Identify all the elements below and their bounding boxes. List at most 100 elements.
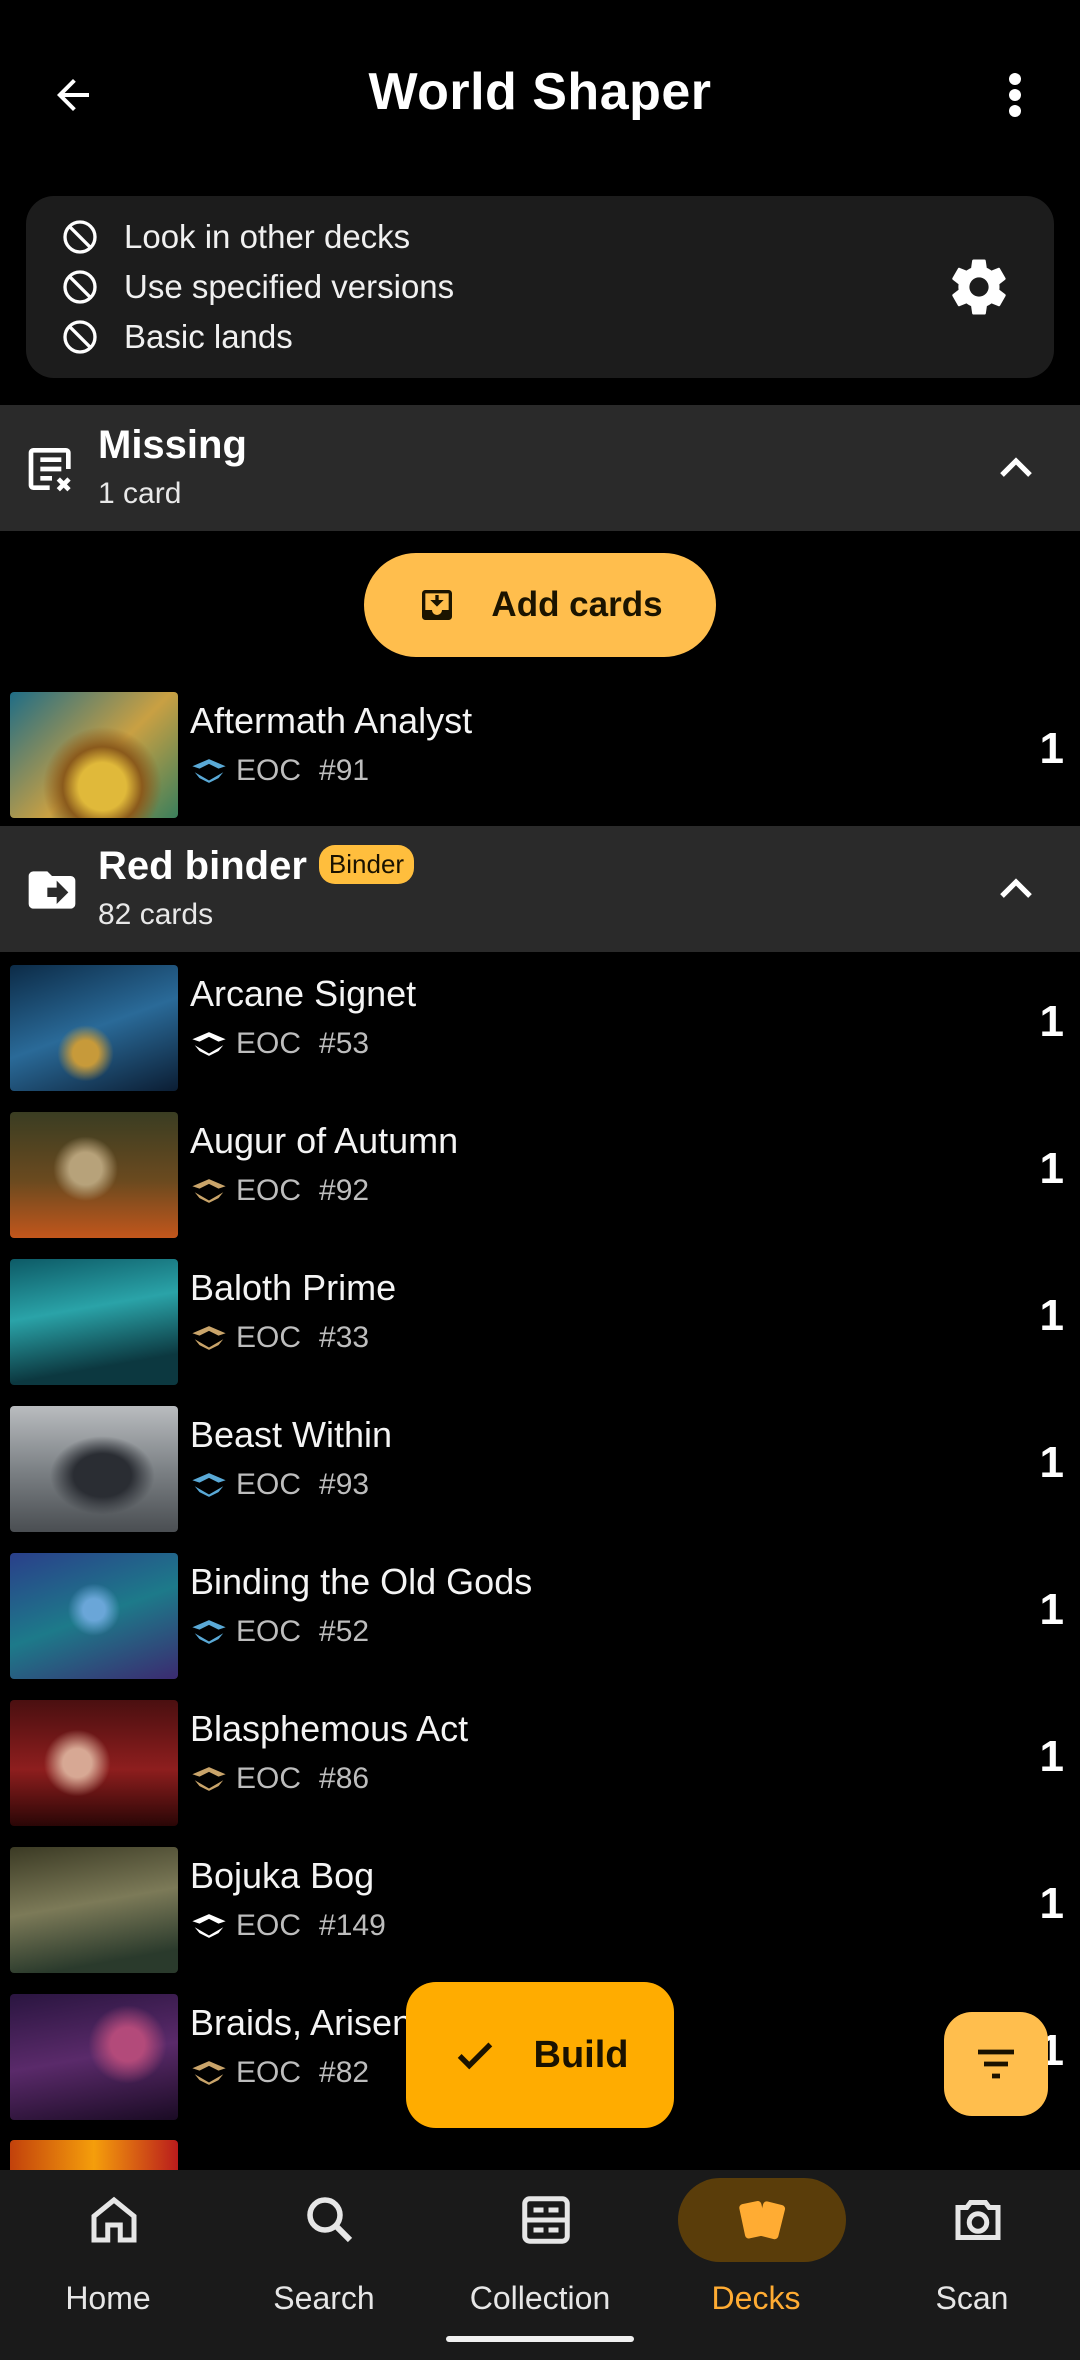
list-item[interactable]: Blasphemous Act EOC #86 1	[0, 1688, 1080, 1834]
set-symbol-icon	[192, 1620, 226, 1644]
option-label: Look in other decks	[124, 218, 411, 255]
check-icon	[457, 2042, 492, 2070]
chevron-up-icon	[1000, 878, 1032, 898]
section-title: Missing	[98, 423, 247, 467]
nav-collection[interactable]: Collection	[432, 2170, 648, 2360]
sort-button[interactable]	[944, 2012, 1048, 2116]
card-art	[10, 2140, 178, 2170]
list-item[interactable]: Bojuka Bog EOC #149 1	[0, 1835, 1080, 1981]
block-icon	[63, 320, 97, 354]
home-icon	[91, 2196, 137, 2243]
card-art	[10, 1847, 178, 1973]
card-set: EOC #92	[190, 1174, 369, 1208]
nav-label: Decks	[711, 2280, 801, 2316]
set-code: EOC	[236, 1468, 302, 1501]
option-basic-lands[interactable]: Basic lands	[60, 312, 293, 362]
set-symbol-icon	[192, 1473, 226, 1497]
list-item[interactable]: Binding the Old Gods EOC #52 1	[0, 1541, 1080, 1687]
cards-icon	[739, 2200, 786, 2240]
card-name: Beast Within	[190, 1414, 393, 1455]
card-quantity: 1	[1039, 1144, 1064, 1193]
card-art	[10, 1259, 178, 1385]
list-item[interactable]: Arcane Signet EOC #53 1	[0, 953, 1080, 1099]
card-art	[10, 692, 178, 818]
set-symbol-icon	[192, 1032, 226, 1056]
nav-label: Collection	[469, 2280, 611, 2316]
set-code: EOC	[236, 2056, 302, 2089]
set-symbol-icon	[192, 1914, 226, 1938]
nav-scan[interactable]: Scan	[864, 2170, 1080, 2360]
folder-move-icon	[28, 871, 76, 909]
set-code: EOC	[236, 1909, 302, 1942]
more-vertical-icon	[1009, 73, 1021, 117]
card-name: Aftermath Analyst	[190, 700, 473, 741]
binder-title: Red binder	[98, 844, 307, 888]
nav-label: Home	[65, 2280, 151, 2316]
card-quantity: 1	[1039, 1879, 1064, 1928]
home-indicator[interactable]	[446, 2336, 634, 2342]
collector-number: #92	[319, 1174, 370, 1207]
card-quantity: 1	[1039, 997, 1064, 1046]
block-icon	[63, 270, 97, 304]
card-art	[10, 1406, 178, 1532]
card-set: EOC #93	[190, 1468, 369, 1502]
collector-number: #53	[319, 1027, 370, 1060]
add-cards-button[interactable]: Add cards	[364, 553, 716, 657]
card-quantity: 1	[1039, 1291, 1064, 1340]
card-name: Binding the Old Gods	[190, 1561, 533, 1602]
card-set: EOC #91	[190, 754, 369, 788]
option-label: Basic lands	[124, 318, 293, 355]
card-name: Bojuka Bog	[190, 1855, 375, 1896]
list-item[interactable]: Augur of Autumn EOC #92 1	[0, 1100, 1080, 1246]
missing-section-header[interactable]: Missing 1 card	[0, 405, 1080, 531]
set-symbol-icon	[192, 759, 226, 783]
list-item[interactable]: Aftermath Analyst EOC #91 1	[0, 680, 1080, 826]
binder-section-header[interactable]: Red binder Binder 82 cards	[0, 826, 1080, 952]
list-item[interactable]: Baloth Prime EOC #33 1	[0, 1247, 1080, 1393]
binder-badge: Binder	[318, 845, 415, 884]
card-set: EOC #86	[190, 1762, 369, 1796]
card-art	[10, 1553, 178, 1679]
more-menu-button[interactable]	[990, 62, 1040, 128]
nav-label: Scan	[935, 2280, 1009, 2316]
section-subtitle: 1 card	[98, 477, 182, 510]
card-art	[10, 1700, 178, 1826]
gear-icon	[952, 259, 1006, 315]
card-set: EOC #52	[190, 1615, 369, 1649]
list-remove-icon	[28, 448, 71, 492]
card-name: Arcane Signet	[190, 973, 417, 1014]
card-name: Braids, Arisen	[190, 2002, 413, 2043]
set-symbol-icon	[192, 1179, 226, 1203]
build-button[interactable]: Build	[406, 1982, 674, 2128]
app-bar: World Shaper	[0, 0, 1080, 195]
set-code: EOC	[236, 1762, 302, 1795]
card-name: Augur of Autumn	[190, 1120, 459, 1161]
card-name: Baloth Prime	[190, 1267, 397, 1308]
nav-decks[interactable]: Decks	[648, 2170, 864, 2360]
build-options-card: Look in other decks Use specified versio…	[26, 196, 1054, 378]
option-use-specified-versions[interactable]: Use specified versions	[60, 262, 454, 312]
block-icon	[63, 220, 97, 254]
chevron-up-icon	[1000, 457, 1032, 477]
collector-number: #149	[319, 1909, 386, 1942]
set-code: EOC	[236, 754, 302, 787]
set-code: EOC	[236, 1321, 302, 1354]
card-art	[10, 1994, 178, 2120]
card-quantity: 1	[1039, 724, 1064, 773]
camera-icon	[955, 2200, 1001, 2240]
set-code: EOC	[236, 1174, 302, 1207]
set-symbol-icon	[192, 1326, 226, 1350]
set-symbol-icon	[192, 2061, 226, 2085]
card-set: EOC #82	[190, 2056, 369, 2090]
nav-search[interactable]: Search	[216, 2170, 432, 2360]
card-art	[10, 965, 178, 1091]
list-item[interactable]: Beast Within EOC #93 1	[0, 1394, 1080, 1540]
sort-icon	[978, 2049, 1014, 2079]
collector-number: #93	[319, 1468, 370, 1501]
nav-home[interactable]: Home	[0, 2170, 216, 2360]
bottom-navigation: Home Search Collection Decks Scan	[0, 2170, 1080, 2360]
settings-button[interactable]	[946, 254, 1012, 320]
collector-number: #52	[319, 1615, 370, 1648]
option-look-in-other-decks[interactable]: Look in other decks	[60, 212, 410, 262]
section-title: Red binder Binder	[98, 844, 415, 889]
